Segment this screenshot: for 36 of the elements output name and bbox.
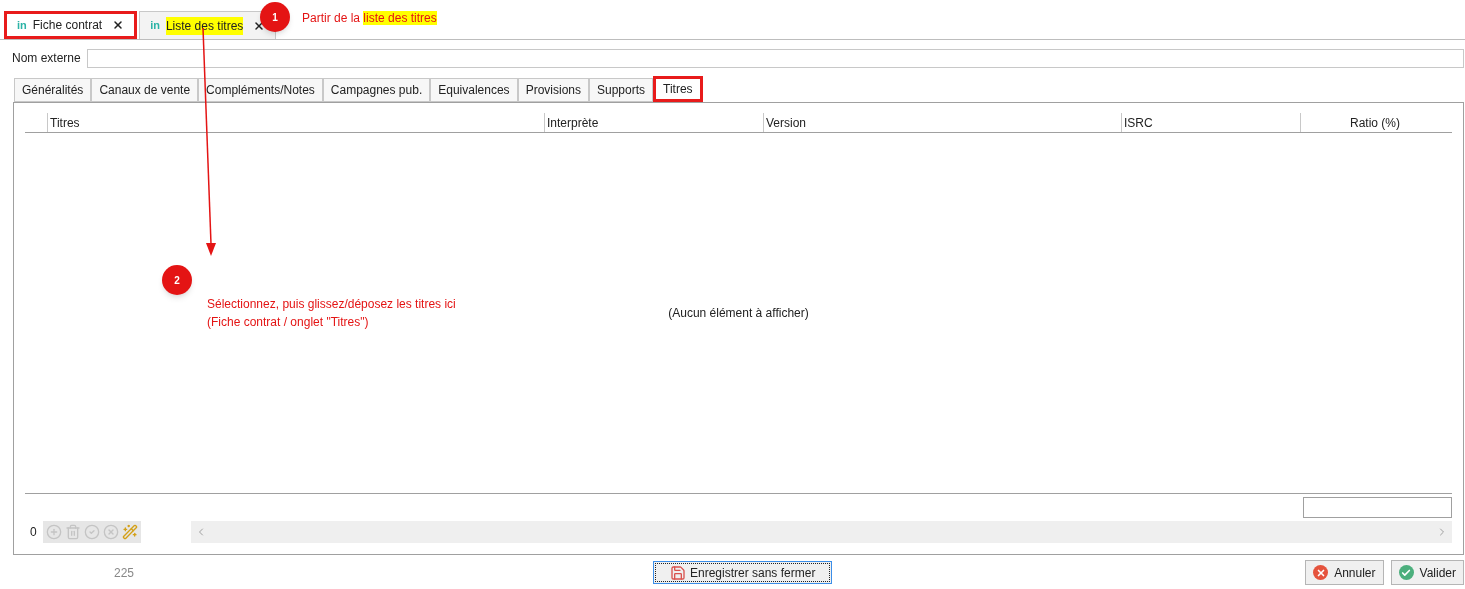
step-badge: 2: [162, 265, 192, 295]
logo-icon: in: [17, 16, 27, 34]
tab[interactable]: Généralités: [14, 78, 92, 102]
tab[interactable]: Campagnes pub.: [322, 78, 431, 102]
tab[interactable]: Equivalences: [430, 78, 518, 102]
cancel-button[interactable]: Annuler: [1305, 560, 1384, 585]
wand-icon[interactable]: [122, 524, 138, 540]
tab[interactable]: Canaux de vente: [91, 78, 199, 102]
check-icon: [1398, 565, 1414, 580]
column-header[interactable]: Version: [764, 113, 1122, 132]
tab[interactable]: Supports: [589, 78, 653, 102]
close-icon[interactable]: [253, 19, 266, 32]
document-tab[interactable]: in Fiche contrat: [4, 11, 138, 39]
cancel-icon: [1313, 565, 1329, 580]
tab[interactable]: Titres: [653, 76, 703, 102]
step-badge: 1: [260, 2, 290, 32]
field-label: Nom externe: [12, 50, 81, 67]
tab[interactable]: Compléments/Notes: [198, 78, 323, 102]
save-button[interactable]: Enregistrer sans fermer: [653, 561, 833, 584]
logo-icon: in: [150, 17, 160, 34]
empty-message: (Aucun élément à afficher): [668, 305, 809, 322]
close-icon[interactable]: [112, 19, 125, 31]
tab[interactable]: Provisions: [517, 78, 589, 102]
column-header[interactable]: Titres: [48, 113, 545, 132]
input-field[interactable]: [86, 48, 1464, 68]
save-icon: [670, 564, 686, 581]
column-header[interactable]: ISRC: [1122, 113, 1301, 132]
validate-button[interactable]: Valider: [1390, 560, 1464, 585]
horizontal-scrollbar[interactable]: [191, 521, 1452, 543]
filter-field[interactable]: [1303, 497, 1452, 518]
column-header[interactable]: Ratio (%): [1301, 113, 1452, 132]
annotation-text: Partir de la liste des titres: [302, 10, 437, 27]
row-count: 0: [29, 524, 38, 541]
annotation-text: Sélectionnez, puis glissez/déposez les titres ici (Fiche contrat / onglet "Titres"): [207, 296, 457, 331]
column-header[interactable]: Interprète: [545, 113, 764, 132]
counter-text: 225: [114, 564, 136, 582]
